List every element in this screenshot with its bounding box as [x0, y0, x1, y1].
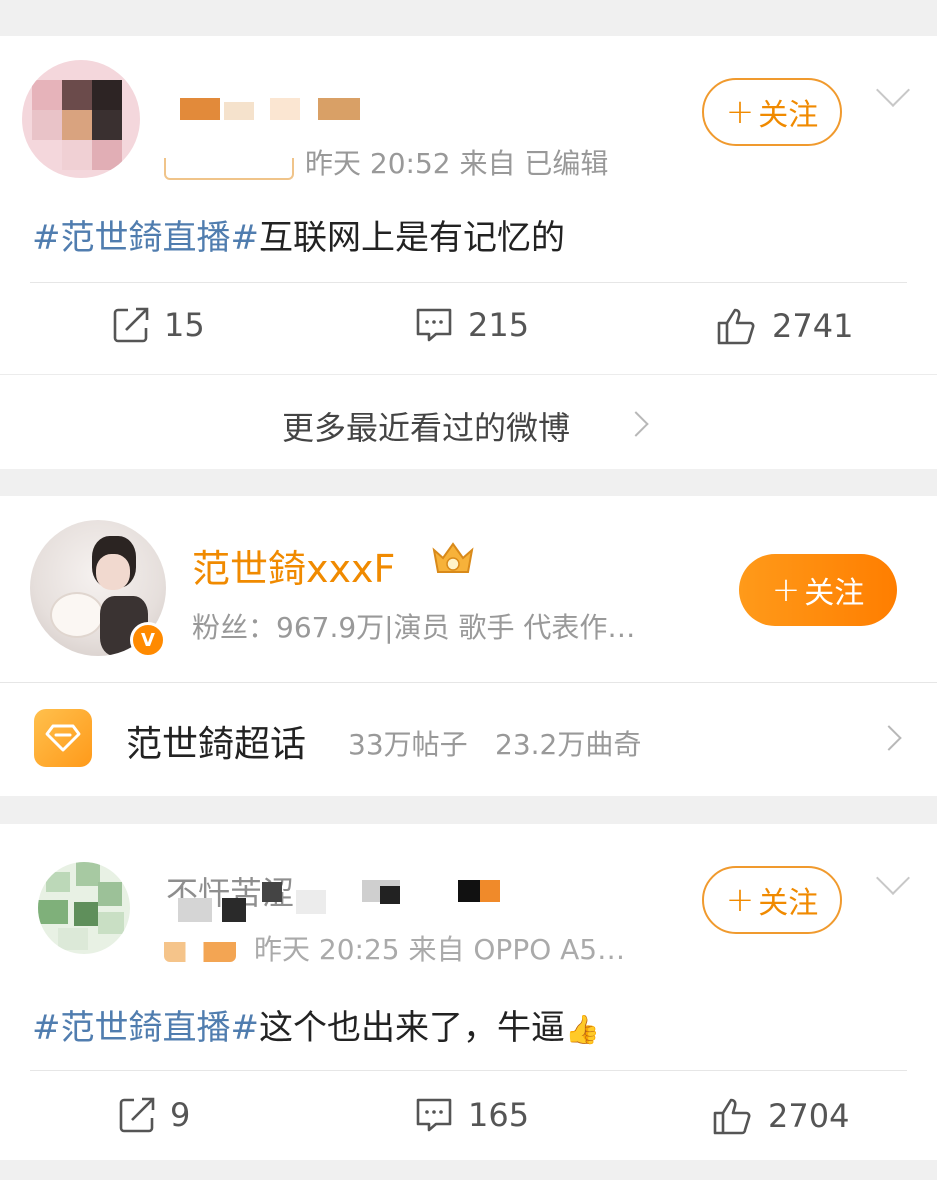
post-card-1: 昨天 20:52 来自 已编辑 + 关注 #范世錡直播#互联网上是有记忆的 15 …: [0, 36, 937, 374]
chevron-right-icon: [623, 411, 649, 437]
supertopic-row[interactable]: 范世錡超话 33万帖子 23.2万曲奇: [0, 683, 937, 796]
plus-icon: +: [771, 570, 801, 610]
topic-link[interactable]: #范世錡直播#: [32, 218, 259, 258]
username-blurred[interactable]: [180, 98, 365, 122]
supertopic-posts: 33万帖子: [348, 728, 468, 761]
verified-badge: V: [130, 622, 166, 658]
follow-button[interactable]: + 关注: [702, 78, 842, 146]
profile-desc: 粉丝：967.9万|演员 歌手 代表作…: [192, 611, 636, 644]
comment-button[interactable]: 165: [414, 1096, 529, 1134]
member-badge: [164, 158, 294, 180]
more-recent-label: 更多最近看过的微博: [282, 409, 571, 447]
repost-icon: [119, 1097, 155, 1133]
plus-icon: +: [725, 880, 755, 920]
chevron-right-icon: [876, 725, 902, 751]
post-card-2: 不忓苦涩 昨天 20:25 来自 OPPO A5… + 关注 #范世錡直播#这个也…: [0, 824, 937, 1160]
divider: [30, 1070, 907, 1071]
comment-icon: [416, 1098, 452, 1132]
supertopic-cookies: 23.2万曲奇: [495, 728, 642, 761]
comment-button[interactable]: 215: [414, 306, 529, 344]
more-recent-bar[interactable]: 更多最近看过的微博: [0, 374, 937, 469]
plus-icon: +: [725, 92, 755, 132]
supertopic-title: 范世錡超话: [126, 724, 307, 765]
chevron-down-icon[interactable]: [876, 73, 910, 107]
post-text: #范世錡直播#互联网上是有记忆的: [32, 218, 565, 258]
user-avatar[interactable]: [22, 60, 140, 178]
thumbs-up-emoji: 👍: [564, 1013, 600, 1046]
repost-icon: [113, 307, 149, 343]
like-button[interactable]: 2741: [716, 306, 853, 346]
supertopic-icon: [34, 709, 92, 767]
thumbs-up-icon: [713, 1098, 751, 1135]
follow-button[interactable]: + 关注: [702, 866, 842, 934]
repost-button[interactable]: 9: [118, 1096, 190, 1134]
crown-icon: [430, 540, 476, 578]
member-badge: [164, 942, 236, 962]
chevron-down-icon[interactable]: [876, 861, 910, 895]
comment-icon: [416, 308, 452, 342]
thumbs-up-icon: [717, 308, 755, 345]
username-blurred[interactable]: 不忓苦涩: [166, 868, 506, 924]
profile-card: V 范世錡xxxF 粉丝：967.9万|演员 歌手 代表作… + 关注 范世錡超话…: [0, 496, 937, 796]
divider: [30, 282, 907, 283]
post-text: #范世錡直播#这个也出来了，牛逼👍: [32, 1008, 600, 1048]
profile-name[interactable]: 范世錡xxxF: [192, 538, 395, 593]
post-meta: 昨天 20:25 来自 OPPO A5…: [254, 933, 626, 966]
repost-button[interactable]: 15: [112, 306, 205, 344]
topic-link[interactable]: #范世錡直播#: [32, 1008, 259, 1048]
user-avatar[interactable]: [38, 862, 130, 954]
follow-button[interactable]: + 关注: [739, 554, 897, 626]
like-button[interactable]: 2704: [712, 1096, 849, 1136]
post-meta: 昨天 20:52 来自 已编辑: [305, 147, 609, 180]
